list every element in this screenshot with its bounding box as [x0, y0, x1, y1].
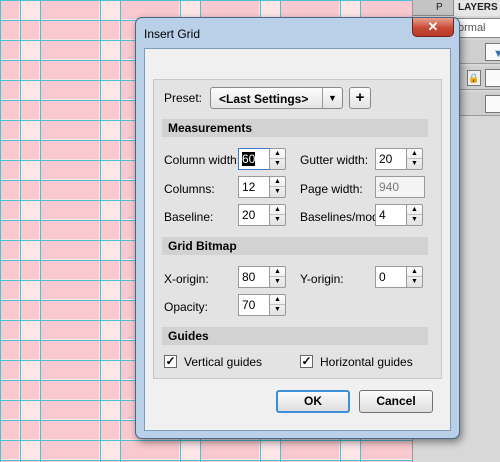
panel-tab-bar: P LAYERS [413, 0, 500, 16]
layer-row[interactable]: ● [455, 92, 500, 116]
x-origin-field[interactable]: 80 [238, 266, 270, 288]
expand-triangle-icon[interactable]: ▼ [493, 48, 500, 60]
horizontal-guides-label[interactable]: Horizontal guides [320, 355, 413, 369]
ok-button[interactable]: OK [276, 390, 350, 413]
baseline-label: Baseline: [164, 210, 214, 224]
close-icon: ✕ [427, 19, 439, 34]
decrement-arrow-icon[interactable]: ▼ [270, 277, 285, 287]
vertical-guides-label[interactable]: Vertical guides [184, 355, 262, 369]
tab-paths-partial[interactable]: P [433, 0, 446, 15]
spinner-buttons[interactable]: ▲ ▼ [269, 294, 286, 316]
increment-arrow-icon[interactable]: ▲ [270, 149, 285, 159]
gutter-width-field[interactable]: 20 [375, 148, 407, 170]
x-origin-stepper[interactable]: 80 ▲ ▼ [238, 266, 288, 288]
dialog-title: Insert Grid [144, 27, 201, 41]
column-width-stepper[interactable]: 60 ▲ ▼ [238, 148, 288, 170]
measurements-heading: Measurements [162, 119, 428, 137]
y-origin-stepper[interactable]: 0 ▲ ▼ [375, 266, 425, 288]
opacity-stepper[interactable]: 70 ▲ ▼ [238, 294, 288, 316]
column-width-field[interactable]: 60 [238, 148, 270, 170]
guides-heading: Guides [162, 327, 428, 345]
close-button[interactable]: ✕ [412, 18, 454, 37]
gutter-width-stepper[interactable]: 20 ▲ ▼ [375, 148, 425, 170]
decrement-arrow-icon[interactable]: ▼ [270, 187, 285, 197]
spinner-buttons[interactable]: ▲ ▼ [406, 266, 423, 288]
decrement-arrow-icon[interactable]: ▼ [407, 215, 422, 225]
page-width-field: 940 [375, 176, 425, 198]
increment-arrow-icon[interactable]: ▲ [407, 149, 422, 159]
columns-field[interactable]: 12 [238, 176, 270, 198]
increment-arrow-icon[interactable]: ▲ [270, 267, 285, 277]
increment-arrow-icon[interactable]: ▲ [407, 205, 422, 215]
vertical-guides-checkbox[interactable]: ✓ [164, 355, 177, 368]
dialog-body: Preset: <Last Settings> ▼ + Measurements… [144, 48, 451, 431]
lock-icon[interactable]: 🔒 [467, 70, 481, 86]
decrement-arrow-icon[interactable]: ▼ [407, 277, 422, 287]
baseline-stepper[interactable]: 20 ▲ ▼ [238, 204, 288, 226]
grid-bitmap-heading: Grid Bitmap [162, 237, 428, 255]
page-width-readout: 940 [375, 176, 425, 198]
preset-label: Preset: [164, 91, 203, 105]
opacity-field[interactable]: 70 [238, 294, 270, 316]
x-origin-label: X-origin: [164, 272, 209, 286]
spinner-buttons[interactable]: ▲ ▼ [269, 176, 286, 198]
y-origin-field[interactable]: 0 [375, 266, 407, 288]
preset-value: <Last Settings> [219, 92, 309, 106]
insert-grid-dialog: Insert Grid ✕ Preset: <Last Settings> ▼ … [135, 17, 460, 439]
columns-label: Columns: [164, 182, 215, 196]
spinner-buttons[interactable]: ▲ ▼ [269, 204, 286, 226]
blend-mode-select[interactable]: ormal [455, 18, 500, 38]
layer-thumbnail [485, 95, 500, 113]
decrement-arrow-icon[interactable]: ▼ [270, 215, 285, 225]
layer-row[interactable]: ● 🔒 [455, 66, 500, 90]
spinner-buttons[interactable]: ▲ ▼ [269, 148, 286, 170]
spinner-buttons[interactable]: ▲ ▼ [406, 204, 423, 226]
spinner-buttons[interactable]: ▲ ▼ [269, 266, 286, 288]
spinner-buttons[interactable]: ▲ ▼ [406, 148, 423, 170]
increment-arrow-icon[interactable]: ▲ [407, 267, 422, 277]
increment-arrow-icon[interactable]: ▲ [270, 205, 285, 215]
layer-thumbnail [485, 69, 500, 87]
tab-layers[interactable]: LAYERS [453, 0, 500, 16]
plus-icon: + [355, 89, 365, 106]
columns-stepper[interactable]: 12 ▲ ▼ [238, 176, 288, 198]
preset-dropdown[interactable]: <Last Settings> ▼ [210, 87, 343, 109]
page-width-label: Page width: [300, 182, 363, 196]
dialog-titlebar[interactable]: Insert Grid ✕ [136, 18, 459, 48]
layer-row[interactable]: ● ▼ [455, 40, 500, 64]
baselines-mod-label: Baselines/mod: [300, 210, 383, 224]
baselines-mod-field[interactable]: 4 [375, 204, 407, 226]
add-preset-button[interactable]: + [349, 87, 371, 109]
decrement-arrow-icon[interactable]: ▼ [270, 305, 285, 315]
baselines-mod-stepper[interactable]: 4 ▲ ▼ [375, 204, 425, 226]
gutter-width-label: Gutter width: [300, 153, 369, 167]
cancel-button[interactable]: Cancel [359, 390, 433, 413]
increment-arrow-icon[interactable]: ▲ [270, 295, 285, 305]
settings-panel: Preset: <Last Settings> ▼ + Measurements… [153, 79, 442, 379]
y-origin-label: Y-origin: [300, 272, 344, 286]
opacity-label: Opacity: [164, 300, 209, 314]
decrement-arrow-icon[interactable]: ▼ [407, 159, 422, 169]
column-width-label: Column width: [164, 153, 241, 167]
decrement-arrow-icon[interactable]: ▼ [270, 159, 285, 169]
horizontal-guides-checkbox[interactable]: ✓ [300, 355, 313, 368]
increment-arrow-icon[interactable]: ▲ [270, 177, 285, 187]
chevron-down-icon[interactable]: ▼ [322, 88, 342, 108]
baseline-field[interactable]: 20 [238, 204, 270, 226]
